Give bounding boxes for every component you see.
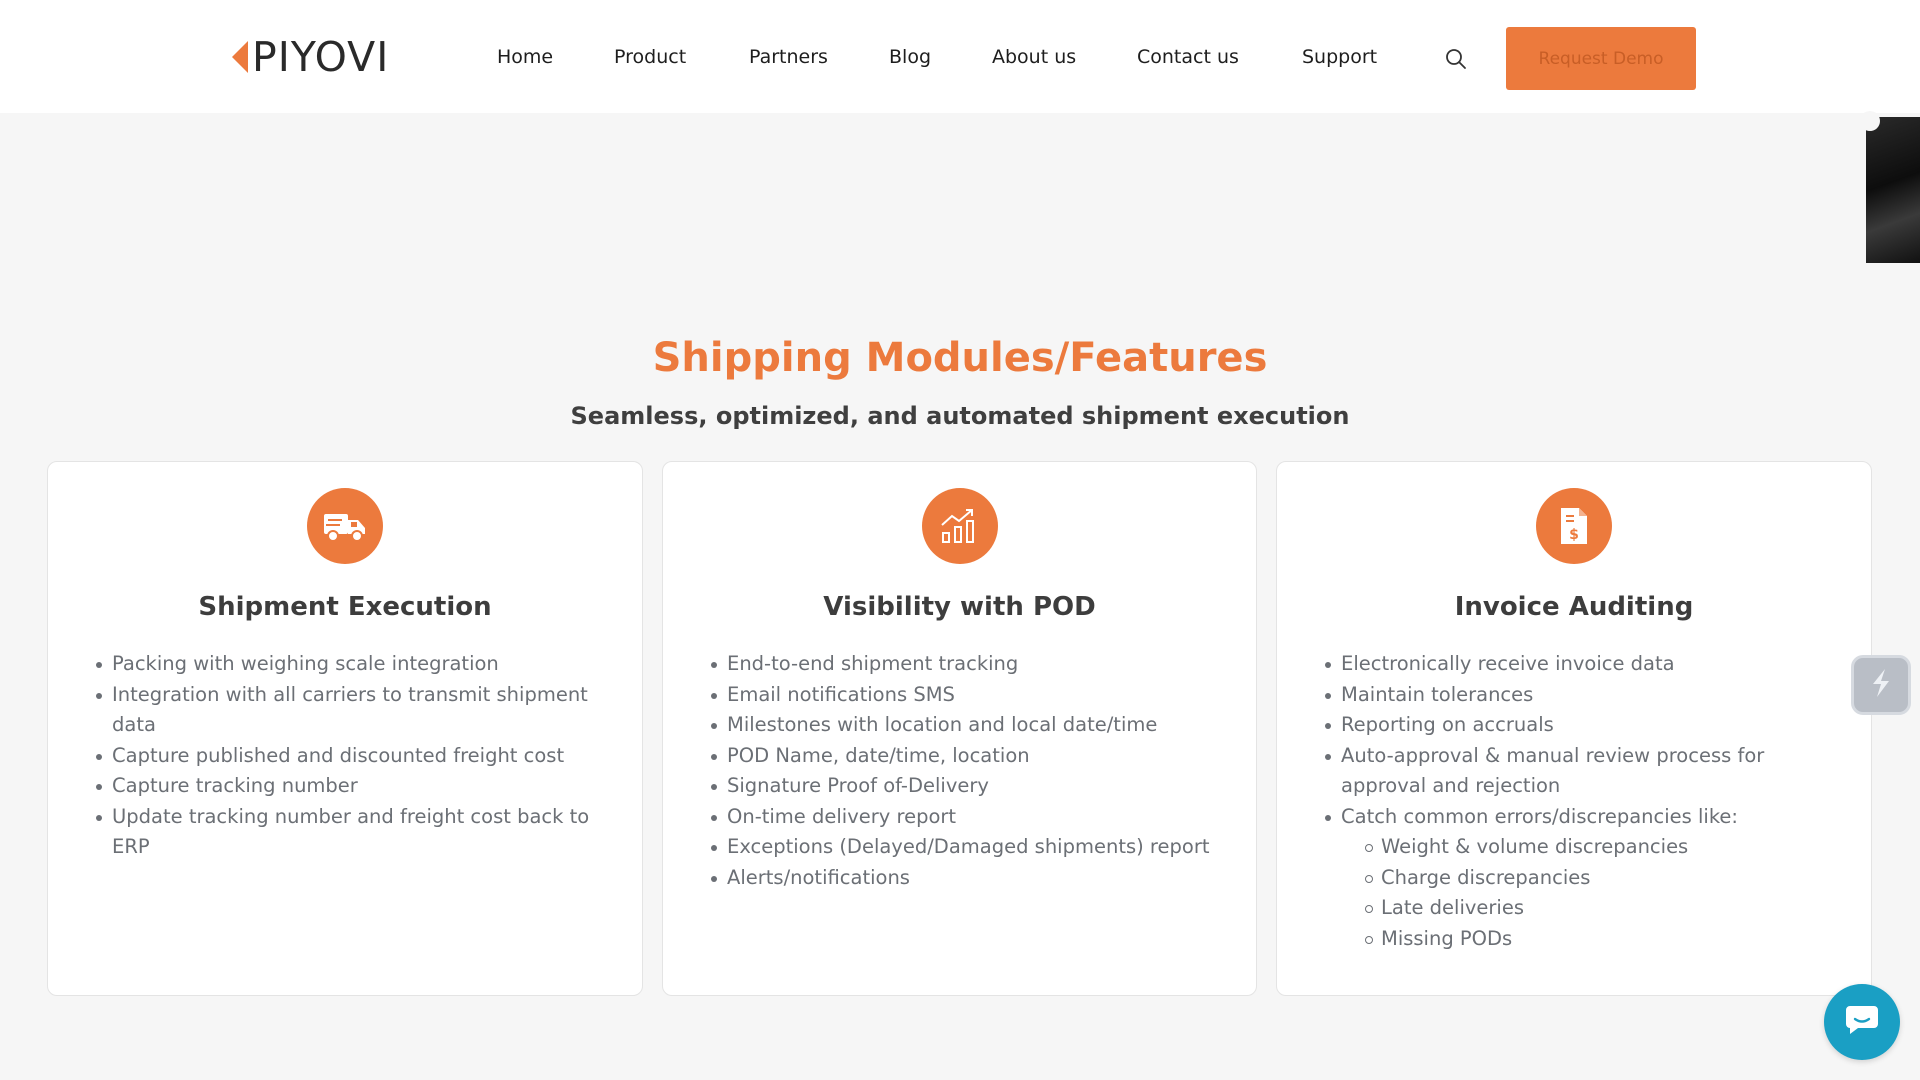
feature-list: Electronically receive invoice data Main…: [1323, 649, 1847, 954]
sub-list: Weight & volume discrepancies Charge dis…: [1341, 832, 1847, 954]
list-item: Alerts/notifications: [709, 863, 1232, 894]
list-item: Update tracking number and freight cost …: [94, 802, 618, 863]
list-item: Capture published and discounted freight…: [94, 741, 618, 772]
nav-about-us[interactable]: About us: [992, 46, 1076, 68]
list-item: POD Name, date/time, location: [709, 741, 1232, 772]
search-icon[interactable]: [1444, 47, 1468, 71]
list-item: Maintain tolerances: [1323, 680, 1847, 711]
list-item: Exceptions (Delayed/Damaged shipments) r…: [709, 832, 1232, 863]
nav-blog[interactable]: Blog: [889, 46, 931, 68]
nav-partners[interactable]: Partners: [749, 46, 828, 68]
list-item: Integration with all carriers to transmi…: [94, 680, 618, 741]
card-title: Shipment Execution: [198, 592, 492, 622]
sub-list-item: Charge discrepancies: [1363, 863, 1847, 894]
svg-text:$: $: [1569, 527, 1579, 543]
nav-home[interactable]: Home: [497, 46, 553, 68]
list-item: End-to-end shipment tracking: [709, 649, 1232, 680]
list-item-label: Catch common errors/discrepancies like:: [1341, 804, 1738, 828]
feature-card-shipment-execution: Shipment Execution Packing with weighing…: [47, 461, 643, 996]
side-widget-button[interactable]: [1851, 655, 1911, 715]
list-item: Reporting on accruals: [1323, 710, 1847, 741]
list-item: Capture tracking number: [94, 771, 618, 802]
delivery-truck-icon: [307, 488, 383, 564]
list-item: Email notifications SMS: [709, 680, 1232, 711]
lightning-icon: [1864, 666, 1898, 704]
card-title: Visibility with POD: [823, 592, 1096, 622]
nav-support[interactable]: Support: [1302, 46, 1377, 68]
list-item: Signature Proof of-Delivery: [709, 771, 1232, 802]
nav-product[interactable]: Product: [614, 46, 686, 68]
sub-list-item: Late deliveries: [1363, 893, 1847, 924]
feature-card-invoice-auditing: $ Invoice Auditing Electronically receiv…: [1276, 461, 1872, 996]
list-item: Milestones with location and local date/…: [709, 710, 1232, 741]
list-item: Catch common errors/discrepancies like: …: [1323, 802, 1847, 955]
feature-list: End-to-end shipment tracking Email notif…: [709, 649, 1232, 893]
sub-list-item: Missing PODs: [1363, 924, 1847, 955]
growth-chart-icon: [922, 488, 998, 564]
request-demo-button[interactable]: Request Demo: [1506, 27, 1696, 90]
side-media-edge: [1860, 111, 1920, 263]
card-title: Invoice Auditing: [1454, 592, 1694, 622]
sub-list-item: Weight & volume discrepancies: [1363, 832, 1847, 863]
feature-list: Packing with weighing scale integration …: [94, 649, 618, 863]
list-item: On-time delivery report: [709, 802, 1232, 833]
site-header: PIYOVI Home Product Partners Blog About …: [0, 0, 1920, 113]
list-item: Packing with weighing scale integration: [94, 649, 618, 680]
list-item: Auto-approval & manual review process fo…: [1323, 741, 1847, 802]
invoice-dollar-icon: $: [1536, 488, 1612, 564]
chat-bubble-icon: [1842, 1000, 1882, 1044]
list-item: Electronically receive invoice data: [1323, 649, 1847, 680]
section-title: Shipping Modules/Features: [652, 335, 1268, 381]
feature-card-visibility-pod: Visibility with POD End-to-end shipment …: [662, 461, 1257, 996]
chat-launcher-button[interactable]: [1824, 984, 1900, 1060]
nav-contact-us[interactable]: Contact us: [1137, 46, 1239, 68]
section-subtitle: Seamless, optimized, and automated shipm…: [570, 402, 1350, 430]
